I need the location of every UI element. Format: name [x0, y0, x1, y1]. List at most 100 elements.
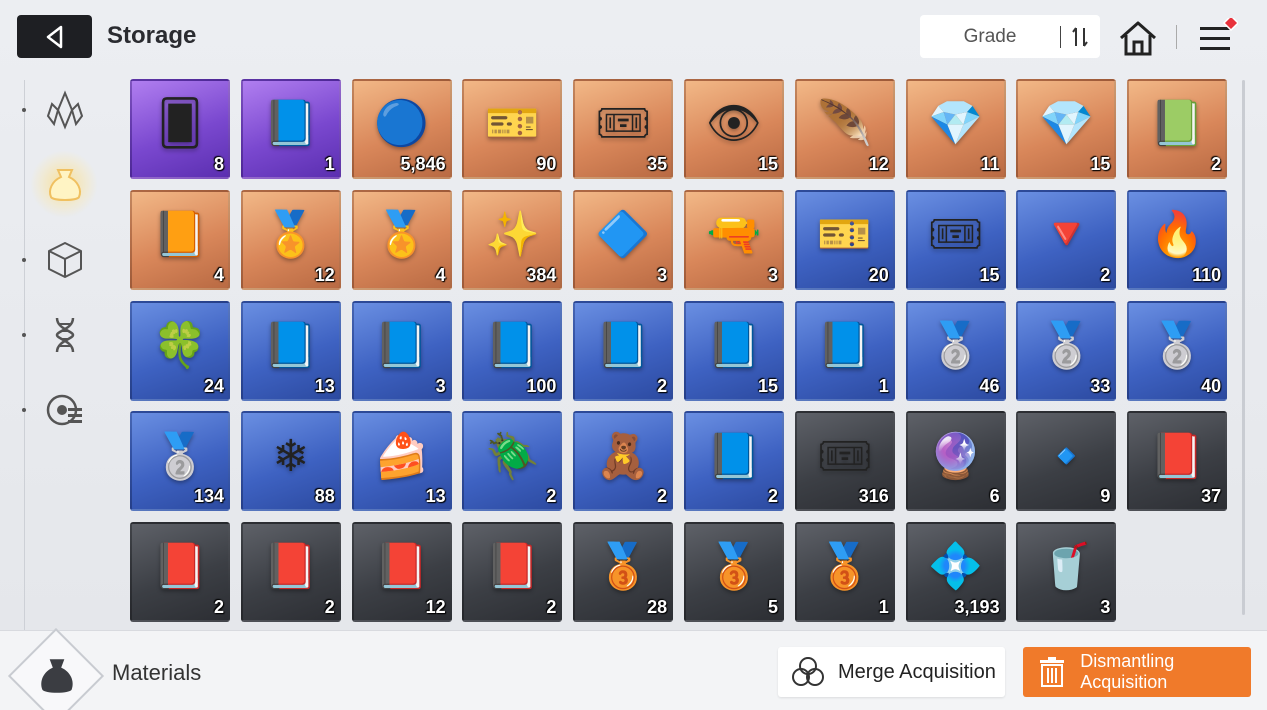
- item-tile[interactable]: 🎟 316: [794, 411, 895, 512]
- shield-book-blue-icon: 📘: [374, 320, 429, 370]
- back-button[interactable]: [17, 15, 92, 58]
- grade-sort-button[interactable]: Grade: [920, 15, 1100, 58]
- item-tile[interactable]: 🔥 110: [1127, 189, 1228, 290]
- item-count: 46: [979, 375, 1000, 396]
- item-tile[interactable]: 🔵 5,846: [351, 79, 452, 179]
- item-tile[interactable]: 📕 2: [462, 522, 563, 623]
- item-tile[interactable]: 📘 100: [462, 300, 563, 401]
- shield-medal-icon: 🏅: [263, 209, 319, 259]
- item-count: 15: [979, 264, 1000, 285]
- gold-ticket-1000-icon: 🎟: [595, 99, 652, 149]
- blue-shard-icon: 🔹: [1038, 431, 1094, 481]
- item-count: 15: [1090, 154, 1111, 174]
- item-tile[interactable]: 📘 13: [240, 300, 341, 401]
- item-tile[interactable]: 📘 3: [351, 300, 452, 401]
- item-tile[interactable]: 🔷 3: [573, 189, 674, 290]
- item-tile[interactable]: 📙 4: [130, 189, 230, 290]
- item-tile[interactable]: 🎟 15: [905, 189, 1006, 290]
- item-tile[interactable]: 🥉 28: [573, 522, 674, 623]
- merge-acquisition-label: Merge Acquisition: [838, 660, 996, 683]
- wing-book-brown-icon: 📕: [263, 542, 319, 592]
- sidebar-item-target[interactable]: [40, 385, 90, 435]
- item-tile[interactable]: 🍰 13: [351, 411, 452, 512]
- item-count: 24: [203, 375, 224, 396]
- beetle-icon: 🪲: [484, 431, 540, 481]
- sidebar-item-dna[interactable]: [40, 310, 90, 360]
- item-tile[interactable]: 🥈 40: [1127, 300, 1228, 401]
- item-count: 33: [1090, 375, 1111, 396]
- item-tile[interactable]: 🥈 134: [130, 411, 230, 512]
- item-tile[interactable]: 🂠 8: [130, 79, 230, 179]
- teddy-bear-icon: 🧸: [595, 431, 651, 481]
- sort-order-icon[interactable]: [1061, 26, 1099, 48]
- item-grid: 🂠 8 📘 1 🔵 5,846 🎫 90 🎟 35 👁 15 🪶 12 💎 11 💎 15 📗 2 📙 4 🏅 12 🏅 4 ✨ 38…: [130, 79, 1228, 623]
- item-count: 90: [536, 154, 557, 174]
- item-count: 3: [435, 375, 446, 396]
- item-count: 12: [868, 154, 889, 174]
- item-count: 2: [767, 486, 778, 507]
- item-tile[interactable]: 📗 2: [1127, 79, 1228, 179]
- item-count: 3,193: [954, 597, 1000, 618]
- bolt-medal-bronze-icon: 🥉: [706, 542, 762, 592]
- back-arrow-icon: [46, 25, 62, 48]
- menu-button[interactable]: [1196, 14, 1240, 58]
- item-count: 12: [425, 597, 446, 618]
- eye-orb-icon: 🔵: [374, 99, 429, 149]
- item-tile[interactable]: 🍀 24: [130, 300, 230, 401]
- item-tile[interactable]: 📘 1: [240, 79, 341, 179]
- target-medal-icon: 🏅: [374, 209, 429, 259]
- sidebar-item-crystal[interactable]: [40, 85, 90, 135]
- sword-medal-silver-icon: 🥈: [1038, 320, 1094, 370]
- item-tile[interactable]: 📕 2: [130, 522, 230, 623]
- category-label: Materials: [112, 660, 202, 685]
- item-tile[interactable]: 🎫 90: [462, 79, 563, 179]
- item-tile[interactable]: 🔻 2: [1016, 189, 1117, 290]
- item-tile[interactable]: 💠 3,193: [905, 522, 1006, 623]
- item-tile[interactable]: 📘 2: [683, 411, 784, 512]
- silver-ticket-icon: 🎟: [816, 431, 873, 481]
- item-tile[interactable]: 🎫 20: [794, 189, 895, 290]
- item-tile[interactable]: 🪶 12: [794, 79, 895, 179]
- item-tile[interactable]: 🔮 6: [905, 411, 1006, 512]
- sidebar-item-materials[interactable]: [40, 159, 90, 209]
- item-tile[interactable]: 🪲 2: [462, 411, 563, 512]
- item-tile[interactable]: 📘 2: [573, 300, 674, 401]
- item-tile[interactable]: 📘 1: [794, 300, 895, 401]
- item-count: 2: [546, 486, 557, 507]
- dismantling-acquisition-button[interactable]: Dismantling Acquisition: [1023, 647, 1251, 697]
- item-tile[interactable]: 🥈 46: [905, 300, 1006, 401]
- item-tile[interactable]: 🎟 35: [573, 79, 674, 179]
- item-tile[interactable]: 🏅 4: [351, 189, 452, 290]
- item-tile[interactable]: 🥤 3: [1016, 522, 1117, 623]
- item-count: 9: [1100, 486, 1111, 507]
- item-tile[interactable]: 🔹 9: [1016, 411, 1117, 512]
- item-tile[interactable]: 🥈 33: [1016, 300, 1117, 401]
- coffee-drink-icon: 🥤: [1038, 542, 1094, 592]
- bolt-medal-silver-icon: 🥈: [1149, 320, 1205, 370]
- item-tile[interactable]: 💎 15: [1016, 79, 1117, 179]
- item-count: 37: [1201, 486, 1222, 507]
- item-tile[interactable]: 📘 15: [683, 300, 784, 401]
- item-tile[interactable]: 🥉 5: [683, 522, 784, 623]
- item-tile[interactable]: 🏅 12: [240, 189, 341, 290]
- merge-acquisition-button[interactable]: Merge Acquisition: [778, 647, 1005, 697]
- scrollbar[interactable]: [1242, 80, 1245, 615]
- item-tile[interactable]: 📕 2: [240, 522, 341, 623]
- item-tile[interactable]: ❄ 88: [240, 411, 341, 512]
- item-tile[interactable]: 💎 11: [905, 79, 1006, 179]
- item-tile[interactable]: ✨ 384: [462, 189, 563, 290]
- target-book-icon: 📙: [152, 209, 208, 259]
- home-button[interactable]: [1117, 18, 1159, 58]
- sidebar-item-cube[interactable]: [40, 235, 90, 285]
- item-tile[interactable]: 🔫 3: [683, 189, 784, 290]
- target-book-blue-icon: 📘: [484, 320, 540, 370]
- item-tile[interactable]: 🥉 1: [794, 522, 895, 623]
- crystal-icon: [46, 90, 84, 130]
- item-tile[interactable]: 📕 12: [351, 522, 452, 623]
- target-book-brown-icon: 📕: [152, 542, 208, 592]
- material-bag-icon: [34, 653, 80, 699]
- item-count: 8: [213, 154, 224, 174]
- item-tile[interactable]: 👁 15: [683, 79, 784, 179]
- item-tile[interactable]: 📕 37: [1127, 411, 1228, 512]
- item-tile[interactable]: 🧸 2: [573, 411, 674, 512]
